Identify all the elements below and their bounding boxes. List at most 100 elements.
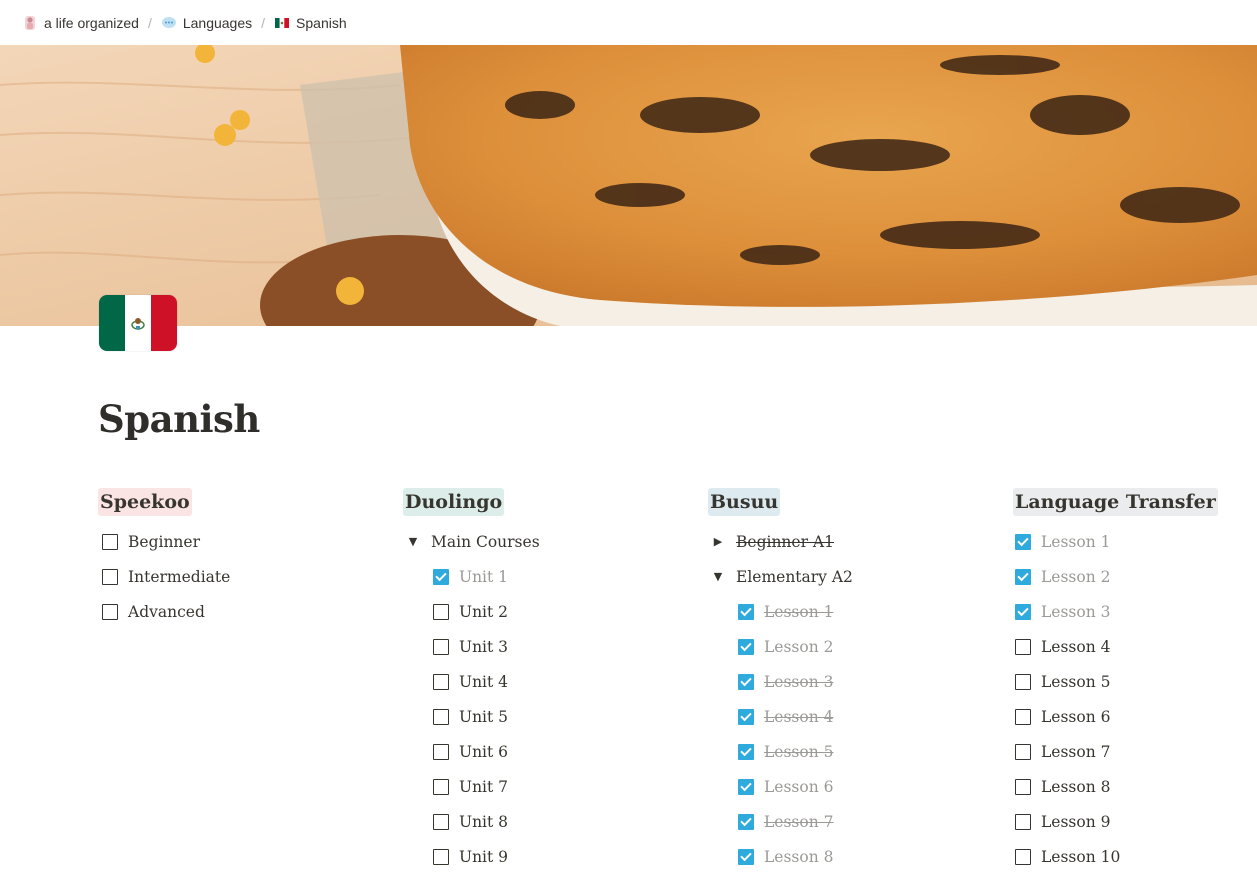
checkbox[interactable]	[1015, 568, 1031, 585]
checkbox[interactable]	[1015, 848, 1031, 865]
checkbox[interactable]	[738, 673, 754, 690]
toggle-block[interactable]: ▼ Main Courses	[405, 524, 685, 559]
todo-item: Advanced	[102, 594, 382, 629]
todo-label[interactable]: Lesson 2	[764, 638, 833, 656]
column-heading-language-transfer[interactable]: Language Transfer	[1013, 488, 1218, 516]
todo-list: Lesson 1 Lesson 2 Lesson 3 Lesson 4 Less…	[1015, 524, 1255, 874]
todo-label[interactable]: Unit 3	[459, 638, 508, 656]
todo-item: Lesson 9	[1015, 804, 1255, 839]
toggle-label[interactable]: Elementary A2	[736, 568, 853, 586]
todo-label[interactable]: Advanced	[128, 603, 205, 621]
todo-label[interactable]: Lesson 7	[1041, 743, 1110, 761]
column-heading-speekoo[interactable]: Speekoo	[98, 488, 192, 516]
checkbox[interactable]	[433, 603, 449, 620]
breadcrumb-item-spanish[interactable]: Spanish	[274, 15, 347, 31]
todo-label[interactable]: Unit 9	[459, 848, 508, 866]
todo-label[interactable]: Unit 5	[459, 708, 508, 726]
todo-label[interactable]: Lesson 3	[1041, 603, 1110, 621]
checkbox[interactable]	[738, 603, 754, 620]
checkbox[interactable]	[1015, 743, 1031, 760]
todo-label[interactable]: Lesson 8	[1041, 778, 1110, 796]
breadcrumb: a life organized / Languages / Spanish	[0, 0, 1257, 45]
todo-label[interactable]: Unit 4	[459, 673, 508, 691]
checkbox[interactable]	[433, 673, 449, 690]
checkbox[interactable]	[102, 603, 118, 620]
checkbox[interactable]	[738, 708, 754, 725]
todo-label[interactable]: Lesson 8	[764, 848, 833, 866]
checkbox[interactable]	[433, 743, 449, 760]
todo-item: Lesson 7	[1015, 734, 1255, 769]
toggle-label[interactable]: Main Courses	[431, 533, 540, 551]
toggle-block[interactable]: ▼ Elementary A2	[710, 559, 990, 594]
triangle-down-icon[interactable]: ▼	[710, 569, 726, 585]
flag-band-green	[99, 295, 125, 351]
checkbox[interactable]	[433, 813, 449, 830]
todo-label[interactable]: Unit 7	[459, 778, 508, 796]
todo-label[interactable]: Lesson 10	[1041, 848, 1120, 866]
todo-label[interactable]: Lesson 4	[1041, 638, 1110, 656]
checkbox[interactable]	[1015, 673, 1031, 690]
todo-label[interactable]: Beginner	[128, 533, 200, 551]
todo-label[interactable]: Lesson 4	[764, 708, 833, 726]
checkbox[interactable]	[738, 778, 754, 795]
todo-label[interactable]: Unit 2	[459, 603, 508, 621]
todo-item: Lesson 2	[1015, 559, 1255, 594]
checkbox[interactable]	[1015, 533, 1031, 550]
todo-label[interactable]: Unit 6	[459, 743, 508, 761]
checkbox[interactable]	[433, 568, 449, 585]
mexico-flag-icon[interactable]	[99, 295, 177, 351]
checkbox[interactable]	[433, 778, 449, 795]
checkbox[interactable]	[102, 568, 118, 585]
checkbox[interactable]	[433, 638, 449, 655]
checkbox[interactable]	[1015, 813, 1031, 830]
breadcrumb-separator: /	[147, 14, 152, 31]
todo-label[interactable]: Lesson 6	[1041, 708, 1110, 726]
todo-item: Unit 4	[405, 664, 685, 699]
toggle-label[interactable]: Beginner A1	[736, 533, 834, 551]
cover-image[interactable]	[0, 45, 1257, 326]
checkbox[interactable]	[1015, 638, 1031, 655]
todo-label[interactable]: Lesson 5	[1041, 673, 1110, 691]
todo-list: Beginner Intermediate Advanced	[102, 524, 382, 629]
todo-label[interactable]: Lesson 7	[764, 813, 833, 831]
todo-label[interactable]: Lesson 9	[1041, 813, 1110, 831]
todo-item: Unit 1	[405, 559, 685, 594]
toggle-block-collapsed[interactable]: ▶ Beginner A1	[710, 524, 990, 559]
page-title[interactable]: Spanish	[98, 397, 260, 441]
breadcrumb-item-a-life-organized[interactable]: a life organized	[22, 15, 139, 31]
todo-label[interactable]: Unit 8	[459, 813, 508, 831]
todo-item: Lesson 5	[710, 734, 990, 769]
checkbox[interactable]	[433, 848, 449, 865]
todo-item: Lesson 2	[710, 629, 990, 664]
todo-item: Unit 6	[405, 734, 685, 769]
todo-label[interactable]: Lesson 5	[764, 743, 833, 761]
checkbox[interactable]	[102, 533, 118, 550]
todo-label[interactable]: Lesson 1	[1041, 533, 1110, 551]
column-busuu: Busuu ▶ Beginner A1 ▼ Elementary A2 Less…	[708, 488, 988, 874]
checkbox[interactable]	[1015, 778, 1031, 795]
checkbox[interactable]	[1015, 708, 1031, 725]
triangle-right-icon[interactable]: ▶	[710, 534, 726, 550]
breadcrumb-label: Spanish	[296, 14, 347, 31]
todo-item: Lesson 10	[1015, 839, 1255, 874]
todo-label[interactable]: Unit 1	[459, 568, 508, 586]
todo-label[interactable]: Lesson 2	[1041, 568, 1110, 586]
todo-item: Unit 8	[405, 804, 685, 839]
coat-of-arms-icon	[131, 318, 145, 330]
todo-label[interactable]: Lesson 6	[764, 778, 833, 796]
triangle-down-icon[interactable]: ▼	[405, 534, 421, 550]
checkbox[interactable]	[1015, 603, 1031, 620]
checkbox[interactable]	[433, 708, 449, 725]
todo-label[interactable]: Lesson 3	[764, 673, 833, 691]
column-speekoo: Speekoo Beginner Intermediate Advanced	[98, 488, 378, 629]
breadcrumb-label: Languages	[182, 14, 253, 31]
checkbox[interactable]	[738, 848, 754, 865]
checkbox[interactable]	[738, 638, 754, 655]
checkbox[interactable]	[738, 743, 754, 760]
column-heading-duolingo[interactable]: Duolingo	[403, 488, 505, 516]
checkbox[interactable]	[738, 813, 754, 830]
breadcrumb-item-languages[interactable]: Languages	[161, 15, 252, 31]
todo-label[interactable]: Intermediate	[128, 568, 230, 586]
column-heading-busuu[interactable]: Busuu	[708, 488, 781, 516]
todo-label[interactable]: Lesson 1	[764, 603, 833, 621]
